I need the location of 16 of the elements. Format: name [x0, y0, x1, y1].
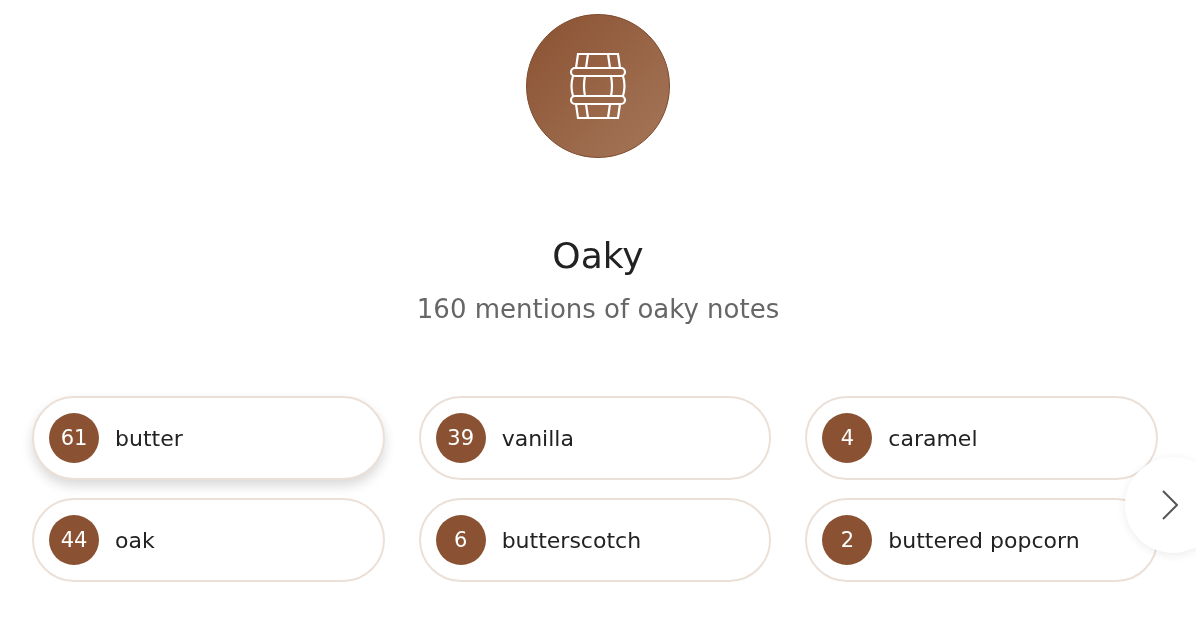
note-chip[interactable]: 6 butterscotch	[418, 498, 772, 582]
note-chip[interactable]: 4 caramel	[805, 396, 1158, 480]
mention-count: 39	[435, 413, 486, 463]
mention-count: 6	[435, 515, 486, 565]
mention-count: 44	[49, 515, 99, 565]
mentions-summary: 160 mentions of oaky notes	[416, 293, 780, 326]
barrel-icon	[568, 50, 628, 122]
note-chip[interactable]: 61 butter	[32, 396, 385, 480]
mention-count: 4	[822, 413, 873, 463]
chevron-right-icon	[1161, 489, 1179, 521]
mention-count: 2	[822, 515, 873, 565]
note-chip[interactable]: 44 oak	[32, 498, 385, 582]
note-chip[interactable]: 39 vanilla	[418, 396, 772, 480]
mention-count: 61	[49, 413, 99, 463]
note-chip[interactable]: 2 buttered popcorn	[805, 498, 1158, 582]
category-title: Oaky	[552, 234, 644, 278]
